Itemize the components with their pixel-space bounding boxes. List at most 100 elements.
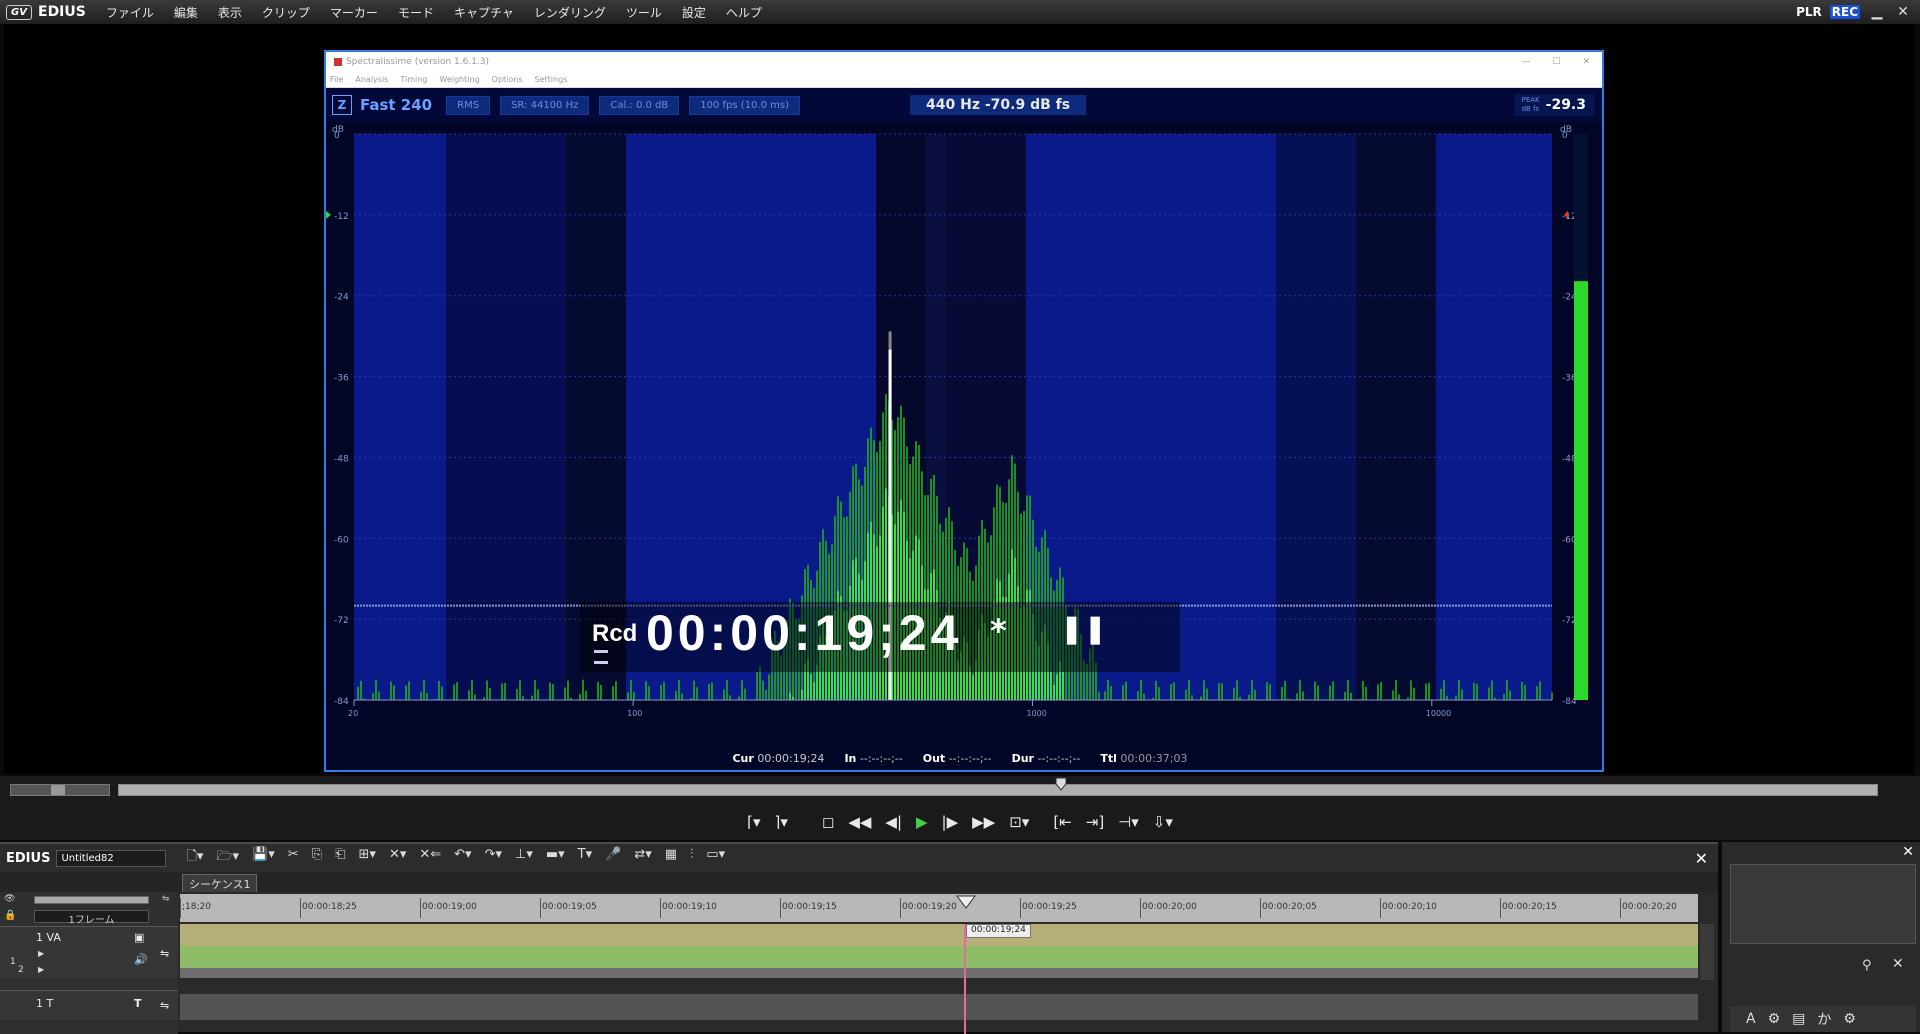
- shuttle-slider[interactable]: [10, 784, 110, 796]
- kana-icon[interactable]: か: [1817, 1009, 1831, 1029]
- speaker-icon[interactable]: 🔊: [134, 953, 148, 966]
- spectrum-bar: [1539, 681, 1541, 700]
- spectrum-bar: [456, 682, 458, 700]
- spectrum-bar: [534, 680, 536, 700]
- close-icon[interactable]: ✕: [1894, 4, 1912, 20]
- overwrite-icon[interactable]: ⇥]: [1086, 813, 1104, 831]
- menu-capture[interactable]: キャプチャ: [444, 4, 524, 21]
- export-icon[interactable]: ⇩▾: [1153, 813, 1173, 831]
- y-tick-label-left: -48: [334, 454, 349, 464]
- expand-arrow-icon[interactable]: ▶: [38, 949, 44, 958]
- ruler-tick: [540, 898, 541, 918]
- redo-icon[interactable]: ↷▾: [485, 847, 502, 869]
- ripple-delete-icon[interactable]: ✕⇐: [419, 847, 441, 869]
- palette-close-2-icon[interactable]: ✕: [1892, 956, 1904, 972]
- step-forward-icon[interactable]: |▶: [942, 813, 959, 831]
- sync-track-icon[interactable]: ⇋: [160, 947, 169, 960]
- paste-icon[interactable]: ⎗: [335, 847, 345, 869]
- fast-forward-icon[interactable]: ▶▶: [972, 813, 995, 831]
- vertical-scrollbar[interactable]: [1700, 924, 1714, 980]
- replace-icon[interactable]: ⊣▾: [1118, 813, 1139, 831]
- menu-edit[interactable]: 編集: [164, 4, 208, 21]
- rewind-icon[interactable]: ◀◀: [848, 813, 871, 831]
- in-label: In: [844, 752, 856, 765]
- delete-icon[interactable]: ✕▾: [389, 847, 406, 869]
- project-name: Untitled82: [56, 850, 166, 867]
- loop-icon[interactable]: ⊡▾: [1009, 813, 1029, 831]
- menu-mode[interactable]: モード: [388, 4, 444, 21]
- sync-t-icon[interactable]: ⇋: [160, 999, 169, 1012]
- video-track-lane[interactable]: [180, 924, 1698, 946]
- menu-help[interactable]: ヘルプ: [716, 4, 772, 21]
- spectrum-bar: [357, 687, 359, 700]
- effects-icon[interactable]: ⚙: [1768, 1011, 1781, 1027]
- visibility-icon[interactable]: 👁: [4, 894, 15, 904]
- layout-icon[interactable]: ▭▾: [706, 847, 725, 869]
- mixer-icon[interactable]: ⫶: [690, 847, 693, 869]
- title-icon[interactable]: T▾: [578, 847, 592, 869]
- set-in-icon[interactable]: ⌈▾: [747, 813, 760, 831]
- stop-icon[interactable]: ◻: [822, 813, 834, 831]
- timeline-cursor[interactable]: [964, 924, 966, 1034]
- font-icon[interactable]: A: [1746, 1011, 1756, 1027]
- expand-arrow-2-icon[interactable]: ▶: [38, 965, 44, 974]
- menu-settings[interactable]: 設定: [672, 4, 716, 21]
- plr-toggle[interactable]: PLR: [1796, 5, 1822, 19]
- ruler-tick-label: 00:00:19;00: [422, 902, 477, 912]
- menu-view[interactable]: 表示: [208, 4, 252, 21]
- minimize-icon[interactable]: ▁: [1868, 4, 1886, 20]
- insert-icon[interactable]: [⇤: [1053, 813, 1071, 831]
- marker-icon[interactable]: ⊥▾: [515, 847, 533, 869]
- undo-icon[interactable]: ↶▾: [454, 847, 471, 869]
- timeline-ruler[interactable]: ;18;2000:00:18;2500:00:19;0000:00:19;050…: [180, 894, 1698, 922]
- timeline-cursor-head[interactable]: [956, 894, 976, 908]
- insert-clip-icon[interactable]: ⊞▾: [359, 847, 376, 869]
- title-track-icon[interactable]: T: [134, 997, 142, 1010]
- spectrum-bar: [1317, 685, 1319, 700]
- rec-toggle[interactable]: REC: [1830, 5, 1860, 19]
- set-out-icon[interactable]: ⌉▾: [774, 813, 787, 831]
- spectrum-bar: [1185, 690, 1187, 700]
- microphone-icon[interactable]: 🎤: [605, 847, 621, 869]
- zoom-slider[interactable]: [34, 896, 149, 904]
- track-a-number-2: 2: [18, 965, 24, 975]
- settings-icon[interactable]: ⚙: [1843, 1011, 1856, 1027]
- video-track-icon[interactable]: ▣: [134, 931, 144, 944]
- cut-icon[interactable]: ✂: [288, 847, 299, 869]
- menu-marker[interactable]: マーカー: [320, 4, 388, 21]
- spectrum-bar: [1425, 684, 1427, 700]
- palette-pin-icon[interactable]: ⚲: [1862, 958, 1872, 973]
- spectrum-bar: [711, 682, 713, 700]
- new-project-icon[interactable]: 🗋▾: [186, 847, 203, 869]
- palette-close-icon[interactable]: ✕: [1902, 844, 1914, 860]
- bin-icon[interactable]: ▤: [1792, 1011, 1805, 1027]
- save-icon[interactable]: 💾▾: [252, 847, 275, 869]
- position-handle[interactable]: [1055, 776, 1067, 790]
- open-project-icon[interactable]: 🗁▾: [216, 847, 239, 869]
- menu-tools[interactable]: ツール: [616, 4, 672, 21]
- play-icon[interactable]: ▶: [916, 813, 928, 831]
- lock-icon[interactable]: 🔒: [4, 910, 16, 921]
- grid-icon[interactable]: ▦: [665, 847, 677, 869]
- shuttle-handle[interactable]: [51, 785, 65, 795]
- ruler-tick-label: 00:00:20;20: [1622, 902, 1677, 912]
- spectra-app-icon: [334, 58, 342, 66]
- spectrum-bar: [420, 692, 422, 700]
- tab-sequence1[interactable]: シーケンス1: [182, 874, 257, 892]
- track-t-header[interactable]: 1 T T ⇋: [0, 990, 178, 1020]
- ripple-icon[interactable]: ⇋: [162, 894, 170, 904]
- frame-scale-select[interactable]: 1フレーム: [34, 910, 149, 923]
- ruler-tick: [1140, 898, 1141, 918]
- step-back-icon[interactable]: ◀|: [885, 813, 902, 831]
- render-icon[interactable]: ▬▾: [546, 847, 565, 869]
- timeline-close-icon[interactable]: ✕: [1695, 849, 1708, 868]
- audio-track-lane[interactable]: [180, 946, 1698, 968]
- menu-file[interactable]: ファイル: [96, 4, 164, 21]
- menu-render[interactable]: レンダリング: [524, 4, 616, 21]
- title-track-lane[interactable]: [180, 994, 1698, 1020]
- position-slider[interactable]: [118, 784, 1878, 796]
- track-va-header[interactable]: 1 VA ▣ 🔊 ⇋ ▶ ▶ 1 2: [0, 926, 178, 978]
- menu-clip[interactable]: クリップ: [252, 4, 320, 21]
- sync-icon[interactable]: ⇄▾: [634, 847, 651, 869]
- copy-icon[interactable]: ⎘: [312, 847, 322, 869]
